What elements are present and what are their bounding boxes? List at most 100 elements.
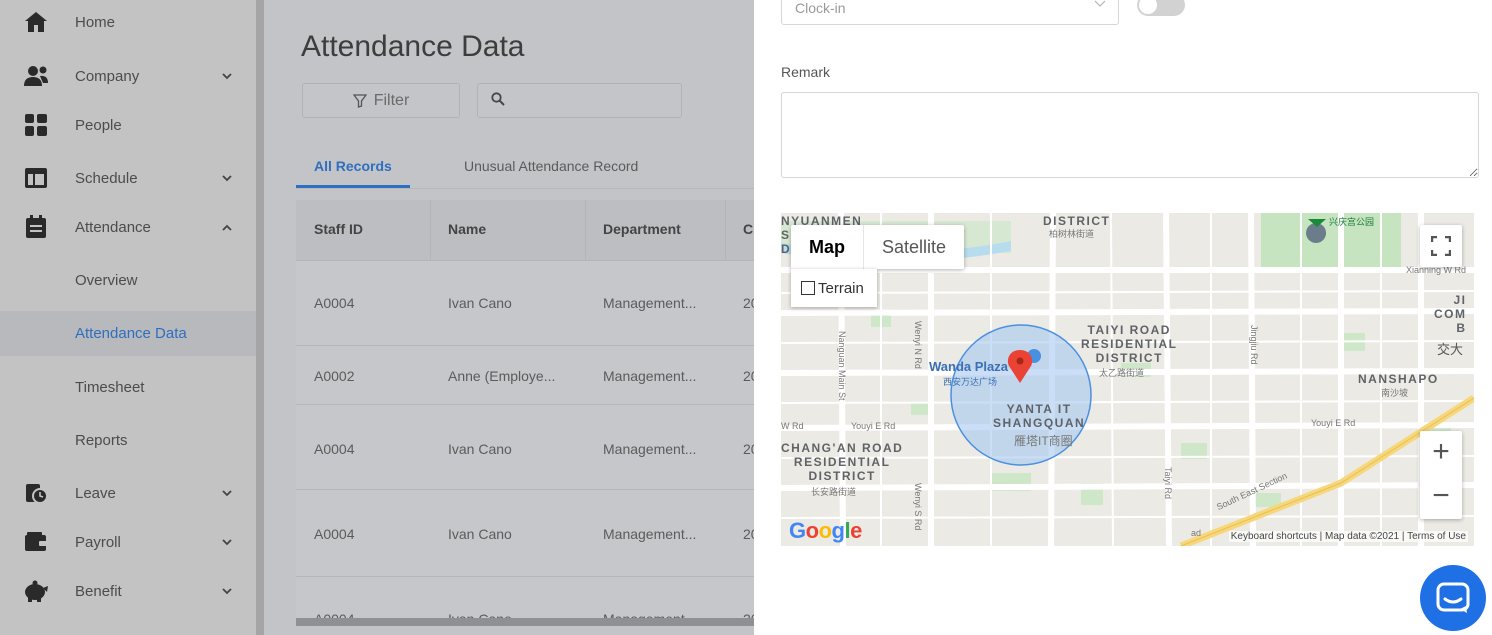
sidebar-item-schedule[interactable]: Schedule xyxy=(0,156,256,200)
search-input[interactable] xyxy=(477,83,682,118)
sidebar-item-reports[interactable]: Reports xyxy=(0,418,256,462)
table-row[interactable]: A0004 Ivan Cano Management... 20 xyxy=(296,405,754,490)
sidebar-item-label: Company xyxy=(75,67,140,85)
map-label-nanguan: Nanguan Main St xyxy=(837,331,847,401)
map-type-map-button[interactable]: Map xyxy=(791,225,863,269)
column-header-department[interactable]: Department xyxy=(603,221,681,237)
table-row[interactable]: A0002 Anne (Employe... Management... 20 xyxy=(296,346,754,405)
remark-textarea[interactable] xyxy=(781,92,1479,178)
sidebar-item-attendance[interactable]: Attendance xyxy=(0,205,256,249)
cell-name: Ivan Cano xyxy=(448,295,512,311)
column-divider xyxy=(725,200,726,260)
zoom-in-button[interactable]: + xyxy=(1432,431,1450,475)
tab-all-records[interactable]: All Records xyxy=(314,158,392,174)
sidebar-item-label: Schedule xyxy=(75,169,138,187)
cell-name: Ivan Cano xyxy=(448,441,512,457)
sidebar-item-label: Home xyxy=(75,13,116,31)
chevron-down-icon xyxy=(222,584,232,598)
page-title: Attendance Data xyxy=(301,30,525,63)
map-label-ad: ad xyxy=(1191,528,1202,538)
map-label-yanta-cn: 雁塔IT商圈 xyxy=(1014,434,1073,448)
table-header: Staff ID Name Department Cl xyxy=(296,200,754,261)
filter-icon xyxy=(352,93,367,108)
cell-name: Ivan Cano xyxy=(448,526,512,542)
main-content: Attendance Data Filter All Records Unusu… xyxy=(264,0,754,635)
filter-label: Filter xyxy=(373,91,410,109)
map-label-changan-cn: 长安路街道 xyxy=(811,487,857,497)
cell-staff-id: A0004 xyxy=(314,526,355,542)
map-type-satellite-button[interactable]: Satellite xyxy=(863,225,964,269)
sidebar-item-attendance-data[interactable]: Attendance Data xyxy=(0,311,256,356)
chevron-down-icon xyxy=(222,535,232,549)
piggy-bank-icon xyxy=(23,578,49,604)
cell-clock: 20 xyxy=(743,526,754,542)
sidebar-item-label: Benefit xyxy=(75,582,122,600)
sidebar-item-payroll[interactable]: Payroll xyxy=(0,520,256,564)
sidebar-item-timesheet[interactable]: Timesheet xyxy=(0,365,256,409)
location-map[interactable]: NYUANMEN S DI DISTRICT 柏树林街道 兴庆宫公园 Xiann… xyxy=(781,213,1474,546)
chevron-down-icon xyxy=(222,171,232,185)
cell-department: Management... xyxy=(603,368,697,384)
sidebar-item-label: Reports xyxy=(75,431,128,449)
clock-type-select[interactable]: Clock-in xyxy=(781,0,1119,25)
map-label-taiyi-cn: 太乙路街道 xyxy=(1099,368,1145,378)
cell-clock: 20 xyxy=(743,368,754,384)
people-icon xyxy=(23,112,49,138)
column-header-name[interactable]: Name xyxy=(448,221,486,237)
table-row[interactable]: A0004 Ivan Cano Management... 20 xyxy=(296,577,754,620)
terrain-label: Terrain xyxy=(818,279,864,297)
sidebar-item-label: Overview xyxy=(75,271,138,289)
wallet-icon xyxy=(23,529,49,555)
active-tab-indicator xyxy=(296,185,410,188)
cell-clock: 20 xyxy=(743,441,754,457)
tab-bar: All Records Unusual Attendance Record xyxy=(296,148,754,189)
sidebar-item-overview[interactable]: Overview xyxy=(0,258,256,302)
sidebar-item-company[interactable]: Company xyxy=(0,54,256,98)
filter-button[interactable]: Filter xyxy=(302,83,460,118)
sidebar-item-home[interactable]: Home xyxy=(0,0,256,44)
zoom-out-button[interactable]: − xyxy=(1432,475,1450,519)
chevron-down-icon xyxy=(222,69,232,83)
tab-unusual-attendance-record[interactable]: Unusual Attendance Record xyxy=(464,158,638,174)
chevron-down-icon xyxy=(1094,0,1106,11)
sidebar-item-label: Payroll xyxy=(75,533,121,551)
attendance-table: Staff ID Name Department Cl A0004 Ivan C… xyxy=(296,200,754,620)
map-label-jingjiu: Jingjiu Rd xyxy=(1249,325,1259,365)
column-header-clock[interactable]: Cl xyxy=(743,221,754,237)
sidebar-item-label: People xyxy=(75,116,122,134)
cell-staff-id: A0004 xyxy=(314,295,355,311)
sidebar-scrollbar[interactable] xyxy=(256,0,264,635)
search-icon xyxy=(491,92,505,111)
table-horizontal-scrollbar[interactable] xyxy=(296,618,754,626)
chat-icon xyxy=(1436,582,1470,614)
map-label-ji-com: JI COM B xyxy=(1434,293,1467,335)
toggle-switch[interactable] xyxy=(1137,0,1185,16)
sidebar-item-label: Attendance Data xyxy=(75,325,187,342)
map-attribution[interactable]: Keyboard shortcuts | Map data ©2021 | Te… xyxy=(1228,531,1468,542)
sidebar-item-benefit[interactable]: Benefit xyxy=(0,569,256,613)
map-label-youyi: Youyi E Rd xyxy=(851,421,896,431)
map-label-wenyi-s: Wenyi S Rd xyxy=(913,483,923,531)
column-header-staff-id[interactable]: Staff ID xyxy=(314,221,363,237)
sidebar-item-people[interactable]: People xyxy=(0,103,256,147)
chat-launcher-button[interactable] xyxy=(1420,565,1486,631)
clock-type-value: Clock-in xyxy=(795,0,846,16)
map-label-w-rd: W Rd xyxy=(781,421,804,431)
table-row[interactable]: A0004 Ivan Cano Management... 20 xyxy=(296,490,754,577)
map-label-district: DISTRICT xyxy=(1043,214,1111,228)
chevron-down-icon xyxy=(222,486,232,500)
fullscreen-button[interactable] xyxy=(1420,225,1462,267)
sidebar-item-label: Timesheet xyxy=(75,378,145,396)
chevron-up-icon xyxy=(222,220,232,234)
terrain-checkbox[interactable]: Terrain xyxy=(791,269,877,307)
zoom-control: + − xyxy=(1420,431,1462,519)
map-label-wenyi-n: Wenyi N Rd xyxy=(913,321,923,369)
cell-clock: 20 xyxy=(743,295,754,311)
map-label-xingqing: 兴庆宫公园 xyxy=(1329,217,1375,227)
table-row[interactable]: A0004 Ivan Cano Management... 20 xyxy=(296,261,754,346)
sidebar-item-label: Leave xyxy=(75,484,116,502)
toggle-knob xyxy=(1139,0,1157,14)
map-label-district-cn: 柏树林街道 xyxy=(1049,229,1095,239)
sidebar-item-leave[interactable]: Leave xyxy=(0,471,256,515)
checkbox-icon xyxy=(801,281,815,295)
